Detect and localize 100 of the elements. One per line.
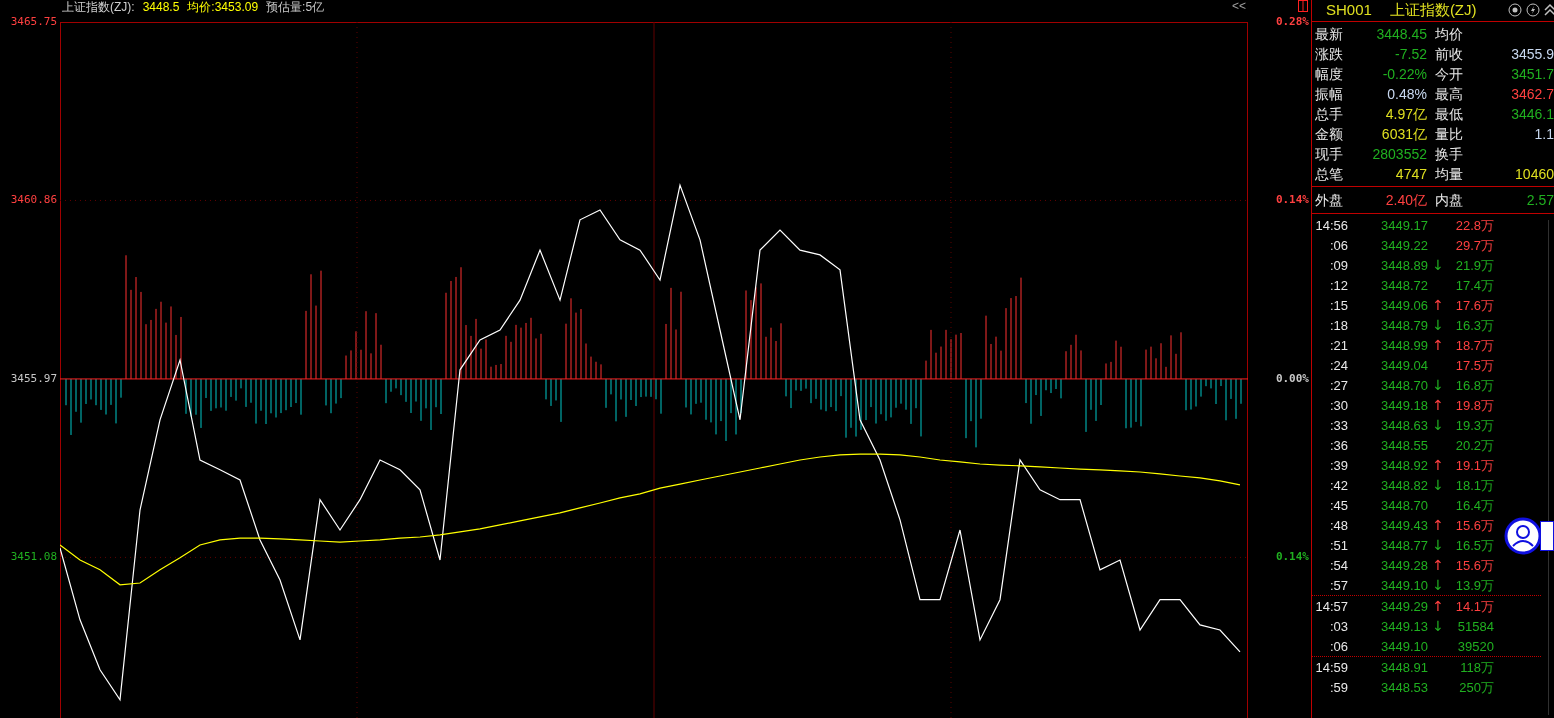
price-axis-label: 3451.08 — [10, 551, 57, 563]
trend-arrow: ↓ — [1432, 478, 1444, 492]
quote-value: 2.57 — [1526, 193, 1554, 207]
quote-label: 前收 — [1435, 47, 1464, 61]
price-axis-label: 3455.97 — [10, 372, 57, 384]
tick-volume: 16.3万 — [1455, 318, 1494, 332]
trend-arrow: ↑ — [1432, 298, 1444, 312]
tick-price: 3448.72 — [1381, 278, 1428, 292]
tick-price: 3448.70 — [1381, 498, 1428, 512]
quote-label: 均价 — [1435, 27, 1464, 41]
tick-volume: 21.9万 — [1455, 258, 1494, 272]
average-price: 均价:3453.09 — [187, 1, 259, 13]
quote-label: 换手 — [1435, 147, 1464, 161]
tick-price: 3449.06 — [1381, 298, 1428, 312]
quote-label: 总手 — [1315, 107, 1344, 121]
tick-volume: 15.6万 — [1455, 518, 1494, 532]
tick-volume: 18.7万 — [1455, 338, 1494, 352]
lightning-icon[interactable] — [1526, 3, 1540, 17]
percent-axis-label: 0.14% — [1275, 551, 1309, 563]
tick-price: 3449.28 — [1381, 558, 1428, 572]
tick-price: 3448.55 — [1381, 438, 1428, 452]
tick-volume: 29.7万 — [1455, 238, 1494, 252]
tick-price: 3448.92 — [1381, 458, 1428, 472]
price-axis-label: 3465.75 — [10, 16, 57, 27]
tick-volume: 17.5万 — [1455, 358, 1494, 372]
quote-value: 3462.7 — [1511, 87, 1554, 101]
tick-price: 3448.82 — [1381, 478, 1428, 492]
quote-label: 内盘 — [1435, 193, 1464, 207]
tick-price: 3448.53 — [1381, 680, 1428, 694]
tick-price: 3449.22 — [1381, 238, 1428, 252]
tick-volume: 19.1万 — [1455, 458, 1494, 472]
tick-time: :54 — [1329, 558, 1348, 572]
tick-time: :59 — [1329, 680, 1348, 694]
tick-time: :27 — [1329, 378, 1348, 392]
quote-value: 3446.1 — [1511, 107, 1554, 121]
assistant-tab[interactable] — [1540, 521, 1554, 551]
tick-time: 14:56 — [1315, 218, 1348, 232]
quote-label: 金额 — [1315, 127, 1344, 141]
quote-label: 最低 — [1435, 107, 1464, 121]
chevron-up-icon[interactable] — [1544, 3, 1554, 17]
trend-arrow: ↑ — [1432, 599, 1444, 613]
quote-label: 最高 — [1435, 87, 1464, 101]
trend-arrow: ↑ — [1432, 398, 1444, 412]
percent-axis-label: 0.00% — [1275, 372, 1309, 384]
tick-price: 3449.29 — [1381, 599, 1428, 613]
percent-axis-label: 0.28% — [1275, 16, 1309, 27]
tick-time: :36 — [1329, 438, 1348, 452]
tick-price: 3449.04 — [1381, 358, 1428, 372]
tick-time: :39 — [1329, 458, 1348, 472]
price-axis-label: 3460.86 — [10, 194, 57, 206]
tick-volume: 19.8万 — [1455, 398, 1494, 412]
tick-price: 3449.10 — [1381, 639, 1428, 653]
quote-value: 3455.9 — [1511, 47, 1554, 61]
tick-price: 3448.77 — [1381, 538, 1428, 552]
trend-arrow: ↑ — [1432, 458, 1444, 472]
tick-volume: 16.5万 — [1455, 538, 1494, 552]
trend-arrow: ↓ — [1432, 258, 1444, 272]
tick-time: :51 — [1329, 538, 1348, 552]
stock-code: SH001 — [1326, 0, 1372, 21]
quote-label: 量比 — [1435, 127, 1464, 141]
trend-arrow: ↓ — [1432, 318, 1444, 332]
tick-time: 14:59 — [1315, 660, 1348, 674]
tick-price: 3449.10 — [1381, 578, 1428, 592]
user-avatar-icon[interactable] — [1504, 517, 1542, 555]
quote-value: 6031亿 — [1381, 127, 1427, 141]
tick-time: :48 — [1329, 518, 1348, 532]
tick-price: 3448.70 — [1381, 378, 1428, 392]
tick-volume: 15.6万 — [1455, 558, 1494, 572]
quote-label: 最新 — [1315, 27, 1344, 41]
tick-time: :12 — [1329, 278, 1348, 292]
tick-time: :21 — [1329, 338, 1348, 352]
tick-time: :06 — [1329, 238, 1348, 252]
tick-time: :24 — [1329, 358, 1348, 372]
tick-volume: 16.8万 — [1455, 378, 1494, 392]
quote-label: 外盘 — [1315, 193, 1344, 207]
tick-time: :06 — [1329, 639, 1348, 653]
quote-label: 振幅 — [1315, 87, 1344, 101]
quote-value: -0.22% — [1382, 67, 1427, 81]
tick-time: :18 — [1329, 318, 1348, 332]
quote-value: 0.48% — [1387, 87, 1427, 101]
tick-volume: 19.3万 — [1455, 418, 1494, 432]
record-icon[interactable] — [1508, 3, 1522, 17]
index-title: 上证指数(ZJ): — [62, 1, 135, 13]
quote-value: 2803552 — [1372, 147, 1427, 161]
quote-value: 4.97亿 — [1385, 107, 1427, 121]
tick-price: 3448.89 — [1381, 258, 1428, 272]
tick-time: :30 — [1329, 398, 1348, 412]
tick-price: 3449.17 — [1381, 218, 1428, 232]
tick-time: :09 — [1329, 258, 1348, 272]
collapse-button[interactable]: << — [1230, 0, 1248, 12]
tick-time: :15 — [1329, 298, 1348, 312]
tick-time: :03 — [1329, 619, 1348, 633]
window-icon[interactable] — [1298, 0, 1308, 12]
tick-volume: 18.1万 — [1455, 478, 1494, 492]
quote-label: 现手 — [1315, 147, 1344, 161]
tick-price: 3449.18 — [1381, 398, 1428, 412]
trend-arrow: ↓ — [1432, 578, 1444, 592]
quote-value: 1.1 — [1534, 127, 1554, 141]
tick-price: 3448.99 — [1381, 338, 1428, 352]
quote-value: 10460 — [1515, 167, 1554, 181]
